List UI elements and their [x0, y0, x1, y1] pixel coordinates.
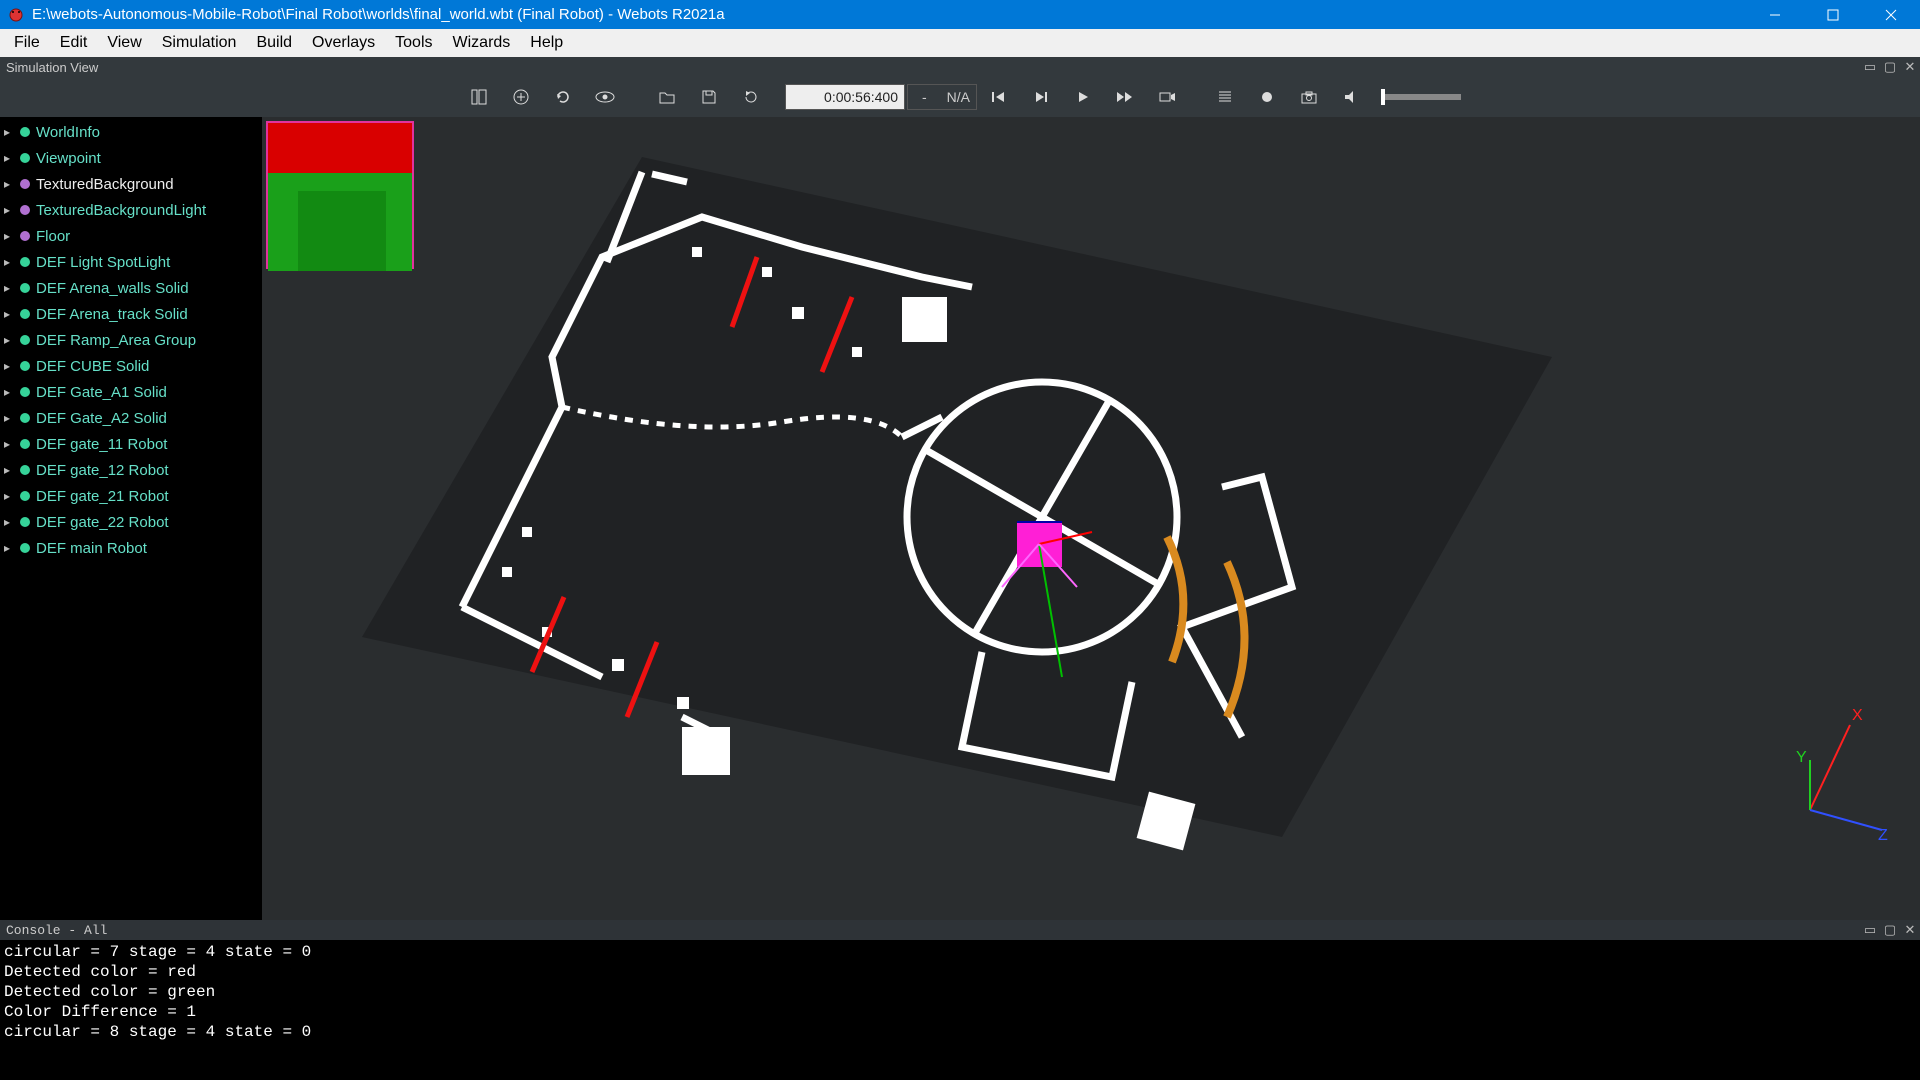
console-close-icon[interactable]: ✕ — [1900, 923, 1920, 938]
simulation-speed: -N/A — [907, 84, 977, 110]
console-title: Console - All — [6, 923, 107, 938]
menu-build[interactable]: Build — [246, 32, 302, 54]
tree-node-arena-walls[interactable]: ▸DEF Arena_walls Solid — [0, 275, 262, 301]
simulation-time: 0:00:56:400 — [785, 84, 905, 110]
3d-viewport[interactable]: X Y Z — [262, 117, 1920, 920]
app-icon — [6, 5, 26, 25]
tree-node-gate-22[interactable]: ▸DEF gate_22 Robot — [0, 509, 262, 535]
panel-dock-icon[interactable]: ▭ — [1860, 59, 1880, 75]
tree-node-arena-track[interactable]: ▸DEF Arena_track Solid — [0, 301, 262, 327]
rewind-button[interactable] — [979, 81, 1019, 113]
tree-node-floor[interactable]: ▸Floor — [0, 223, 262, 249]
console-panel: Console - All ▭ ▢ ✕ circular = 7 stage =… — [0, 920, 1920, 1080]
play-button[interactable] — [1063, 81, 1103, 113]
fast-forward-button[interactable] — [1105, 81, 1145, 113]
menu-overlays[interactable]: Overlays — [302, 32, 385, 54]
tree-node-light[interactable]: ▸DEF Light SpotLight — [0, 249, 262, 275]
console-maximize-icon[interactable]: ▢ — [1880, 923, 1900, 938]
panel-maximize-icon[interactable]: ▢ — [1880, 59, 1900, 75]
axis-gizmo: X Y Z — [1770, 700, 1890, 840]
window-titlebar: E:\webots-Autonomous-Mobile-Robot\Final … — [0, 0, 1920, 29]
panel-close-icon[interactable]: ✕ — [1900, 59, 1920, 75]
speed-slider[interactable] — [1381, 94, 1461, 100]
menu-tools[interactable]: Tools — [385, 32, 442, 54]
axis-z-label: Z — [1878, 827, 1888, 840]
simulation-toolbar: 0:00:56:400 -N/A — [0, 77, 1920, 117]
tree-node-texturedbackgroundlight[interactable]: ▸TexturedBackgroundLight — [0, 197, 262, 223]
reload-button[interactable] — [731, 81, 771, 113]
tree-node-gate-21[interactable]: ▸DEF gate_21 Robot — [0, 483, 262, 509]
maximize-button[interactable] — [1804, 0, 1862, 29]
tree-node-viewpoint[interactable]: ▸Viewpoint — [0, 145, 262, 171]
simulation-view-title: Simulation View — [6, 60, 98, 75]
menu-help[interactable]: Help — [520, 32, 573, 54]
tree-node-gate-11[interactable]: ▸DEF gate_11 Robot — [0, 431, 262, 457]
console-output[interactable]: circular = 7 stage = 4 state = 0 Detecte… — [0, 940, 1920, 1044]
menu-view[interactable]: View — [97, 32, 151, 54]
projection-button[interactable] — [1247, 81, 1287, 113]
minimize-button[interactable] — [1746, 0, 1804, 29]
tree-node-worldinfo[interactable]: ▸WorldInfo — [0, 119, 262, 145]
show-scene-tree-button[interactable] — [459, 81, 499, 113]
screenshot-button[interactable] — [1289, 81, 1329, 113]
menu-file[interactable]: File — [4, 32, 50, 54]
axis-y-label: Y — [1796, 749, 1807, 766]
add-node-button[interactable] — [501, 81, 541, 113]
record-button[interactable] — [1147, 81, 1187, 113]
tree-node-cube[interactable]: ▸DEF CUBE Solid — [0, 353, 262, 379]
menu-wizards[interactable]: Wizards — [443, 32, 521, 54]
tree-node-texturedbackground[interactable]: ▸TexturedBackground — [0, 171, 262, 197]
scene-tree[interactable]: ▸WorldInfo ▸Viewpoint ▸TexturedBackgroun… — [0, 117, 262, 920]
save-button[interactable] — [689, 81, 729, 113]
open-button[interactable] — [647, 81, 687, 113]
tree-node-gate-12[interactable]: ▸DEF gate_12 Robot — [0, 457, 262, 483]
step-button[interactable] — [1021, 81, 1061, 113]
menu-simulation[interactable]: Simulation — [152, 32, 247, 54]
sound-button[interactable] — [1331, 81, 1371, 113]
tree-node-main-robot[interactable]: ▸DEF main Robot — [0, 535, 262, 561]
window-title: E:\webots-Autonomous-Mobile-Robot\Final … — [32, 6, 1746, 23]
axis-x-label: X — [1852, 707, 1863, 724]
simulation-view-header: Simulation View ▭ ▢ ✕ — [0, 57, 1920, 77]
view-button[interactable] — [585, 81, 625, 113]
tree-node-ramp-area[interactable]: ▸DEF Ramp_Area Group — [0, 327, 262, 353]
render-mode-button[interactable] — [1205, 81, 1245, 113]
close-button[interactable] — [1862, 0, 1920, 29]
scene-render — [262, 117, 1920, 877]
tree-node-gate-a2[interactable]: ▸DEF Gate_A2 Solid — [0, 405, 262, 431]
menu-edit[interactable]: Edit — [50, 32, 98, 54]
reset-button[interactable] — [543, 81, 583, 113]
console-dock-icon[interactable]: ▭ — [1860, 923, 1880, 938]
tree-node-gate-a1[interactable]: ▸DEF Gate_A1 Solid — [0, 379, 262, 405]
menu-bar: File Edit View Simulation Build Overlays… — [0, 29, 1920, 57]
